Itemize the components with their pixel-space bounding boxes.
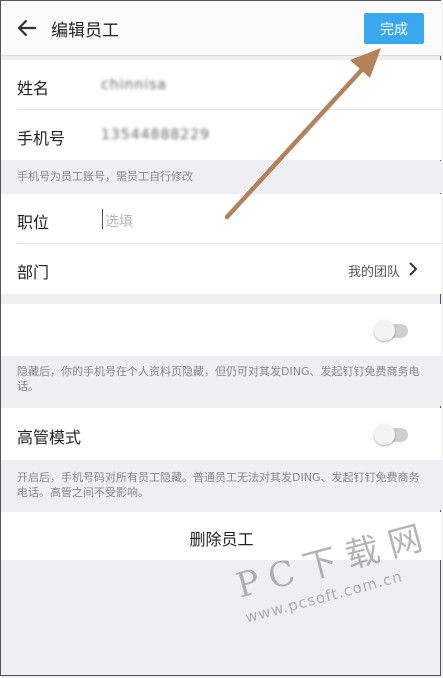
department-label: 部门	[17, 263, 50, 282]
text-cursor	[102, 209, 103, 229]
phone-hint: 手机号为员工账号，需员工自行修改	[1, 161, 442, 193]
phone-value: 13544888229	[101, 127, 210, 143]
done-button[interactable]: 完成	[364, 13, 424, 44]
position-input[interactable]: 选填	[105, 211, 133, 231]
phone-row[interactable]: 手机号 13544888229	[1, 110, 442, 160]
hide-phone-hint: 隐藏后，你的手机号在个人资料页隐藏，但仍可对其发DING、发起钉钉免费商务电话。	[1, 356, 442, 406]
executive-mode-toggle[interactable]	[374, 424, 408, 445]
hide-phone-toggle[interactable]	[374, 320, 408, 341]
executive-mode-hint: 开启后，手机号码对所有员工隐藏。普通员工无法对其发DING、发起钉钉免费商务电话…	[1, 460, 442, 510]
phone-label: 手机号	[17, 129, 66, 148]
executive-mode-row[interactable]: 高管模式	[1, 408, 442, 460]
toggle-knob	[374, 424, 395, 445]
hide-phone-row[interactable]	[1, 304, 442, 356]
chevron-right-icon	[409, 262, 418, 276]
name-value[interactable]: chinnisa	[101, 77, 167, 93]
department-row[interactable]: 部门 我的团队	[1, 244, 442, 294]
back-arrow-icon[interactable]	[17, 18, 37, 38]
executive-mode-label: 高管模式	[17, 428, 82, 447]
position-row[interactable]: 职位 选填	[1, 194, 442, 244]
page-title: 编辑员工	[51, 21, 119, 41]
position-label: 职位	[17, 213, 50, 232]
name-label: 姓名	[17, 79, 50, 98]
toggle-knob	[374, 320, 395, 341]
department-value: 我的团队	[347, 265, 400, 280]
name-row[interactable]: 姓名 chinnisa	[1, 60, 442, 110]
top-bar: 编辑员工 完成	[1, 1, 442, 56]
